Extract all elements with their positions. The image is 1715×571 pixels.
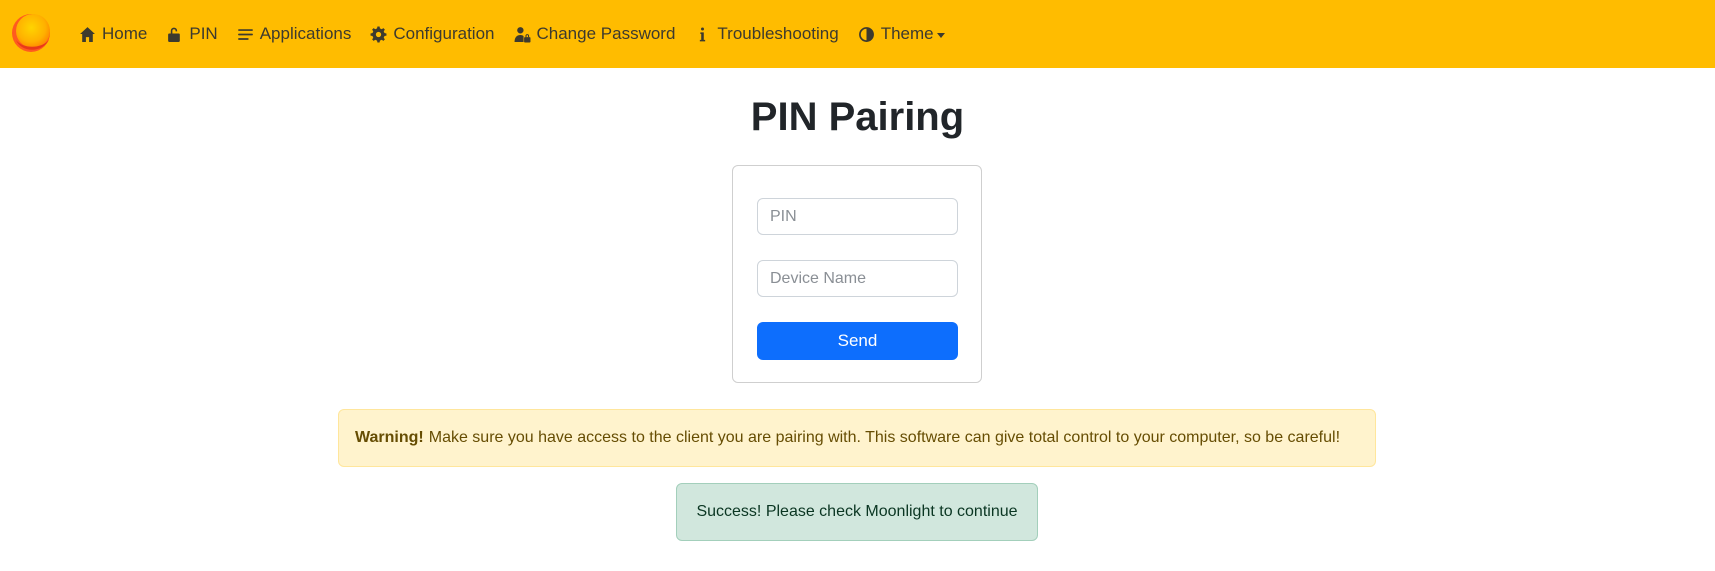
nav-item-label: Home bbox=[102, 24, 148, 43]
success-text: Success! Please check Moonlight to conti… bbox=[696, 503, 1018, 520]
send-button[interactable]: Send bbox=[757, 322, 958, 360]
pin-pairing-form: Send bbox=[732, 165, 982, 383]
warning-text: Make sure you have access to the client … bbox=[428, 429, 1341, 446]
nav-item-label: Theme bbox=[880, 24, 934, 43]
nav-item-pin[interactable]: PIN bbox=[165, 24, 218, 44]
nav-item-theme-dropdown[interactable]: Theme bbox=[857, 24, 945, 44]
unlock-icon bbox=[165, 25, 184, 44]
nav-menu: Home PIN Applications Configuration Chan… bbox=[78, 0, 963, 68]
nav-item-change-password[interactable]: Change Password bbox=[513, 24, 676, 44]
nav-item-label: Configuration bbox=[393, 24, 495, 43]
info-icon bbox=[693, 25, 712, 44]
success-alert: Success! Please check Moonlight to conti… bbox=[676, 483, 1038, 541]
nav-item-troubleshooting[interactable]: Troubleshooting bbox=[693, 24, 839, 44]
nav-item-applications[interactable]: Applications bbox=[236, 24, 352, 44]
nav-item-configuration[interactable]: Configuration bbox=[369, 24, 495, 44]
device-name-input[interactable] bbox=[757, 260, 958, 297]
warning-label: Warning! bbox=[355, 429, 424, 446]
contrast-icon bbox=[857, 25, 876, 44]
nav-item-label: Applications bbox=[259, 24, 352, 43]
page-title: PIN Pairing bbox=[750, 95, 965, 139]
sun-logo-icon[interactable] bbox=[11, 12, 53, 54]
warning-alert: Warning! Make sure you have access to th… bbox=[338, 409, 1376, 467]
list-icon bbox=[236, 25, 255, 44]
house-icon bbox=[78, 25, 97, 44]
top-navbar: Home PIN Applications Configuration Chan… bbox=[0, 0, 1715, 68]
pin-input[interactable] bbox=[757, 198, 958, 235]
user-lock-icon bbox=[513, 25, 532, 44]
nav-item-label: Troubleshooting bbox=[717, 24, 839, 43]
nav-item-label: PIN bbox=[189, 24, 218, 43]
gear-icon bbox=[369, 25, 388, 44]
nav-item-label: Change Password bbox=[536, 24, 676, 43]
nav-item-home[interactable]: Home bbox=[78, 24, 147, 44]
caret-down-icon bbox=[936, 32, 945, 38]
